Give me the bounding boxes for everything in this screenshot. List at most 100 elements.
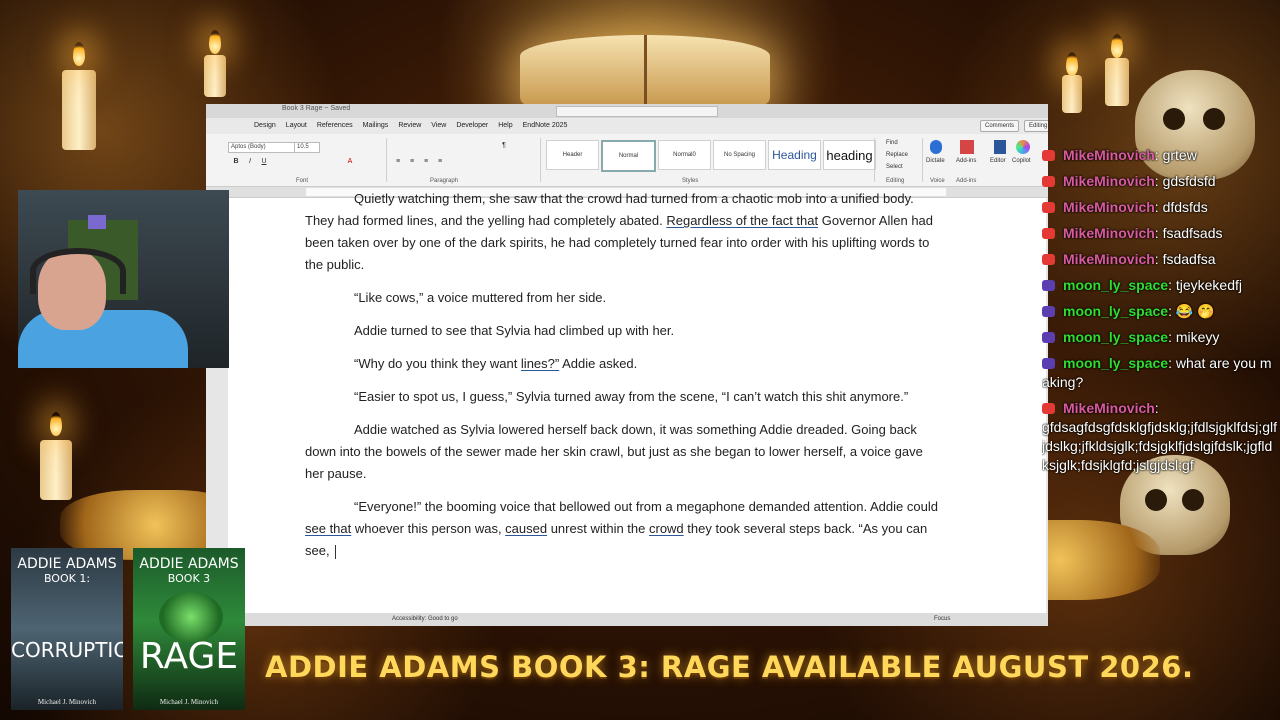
cover-book-number: BOOK 1:	[43, 572, 91, 585]
tab-design[interactable]: Design	[206, 118, 281, 134]
banner-text: ADDIE ADAMS BOOK 3: RAGE AVAILABLE AUGUS…	[265, 650, 1194, 684]
candle-flame-decoration	[1111, 34, 1123, 58]
title-bar: Book 3 Rage ~ Saved	[206, 104, 1048, 118]
comments-button[interactable]: Comments	[980, 120, 1020, 132]
headset	[30, 248, 126, 294]
find-button[interactable]: Find	[886, 140, 898, 146]
chat-text: tjeykekedfj	[1175, 277, 1242, 293]
twitch-icon	[1042, 332, 1055, 343]
document-canvas: Quietly watching them, she saw that the …	[206, 191, 1048, 613]
chat-username: MikeMinovich	[1063, 251, 1155, 267]
accessibility-status[interactable]: Accessibility: Good to go	[392, 616, 458, 622]
chat-message: moon_ly_space: tjeykekedfj	[1042, 276, 1278, 295]
grammar-suggestion[interactable]: lines?”	[521, 356, 559, 371]
candle-decoration	[40, 440, 72, 500]
tab-endnote-2025[interactable]: EndNote 2025	[518, 118, 573, 134]
paragraph: Addie watched as Sylvia lowered herself …	[305, 422, 923, 481]
style-no-spacing[interactable]: No Spacing	[713, 140, 766, 170]
chat-message: MikeMinovich: dfdsfds	[1042, 198, 1278, 217]
document-body[interactable]: Quietly watching them, she saw that the …	[305, 188, 945, 573]
style-normal0[interactable]: Normal0	[658, 140, 711, 170]
copilot-button[interactable]: Copilot	[1012, 158, 1031, 164]
tab-references[interactable]: References	[312, 118, 358, 134]
chat-username: moon_ly_space	[1063, 277, 1169, 293]
add-ins-button[interactable]: Add-ins	[956, 158, 976, 164]
book-cover-corruption: ADDIE ADAMS BOOK 1: CORRUPTION Michael J…	[11, 548, 123, 710]
style-normal[interactable]: Normal	[601, 140, 656, 172]
chat-text: dfdsfds	[1162, 199, 1208, 215]
replace-button[interactable]: Replace	[886, 152, 908, 158]
font-name-select[interactable]: Aptos (Body)	[228, 142, 296, 153]
chat-text: grtew	[1162, 147, 1197, 163]
search-box[interactable]	[556, 106, 718, 117]
editor-icon[interactable]	[994, 140, 1006, 154]
underline-button[interactable]: U	[260, 158, 268, 166]
tree-illustration	[159, 592, 223, 642]
youtube-icon	[1042, 150, 1055, 161]
chat-separator: :	[1154, 199, 1163, 215]
book-spine-decoration	[644, 35, 647, 105]
focus-button[interactable]: Focus	[934, 616, 950, 622]
justify-icon[interactable]: ≡	[436, 158, 444, 166]
chat-separator: :	[1154, 225, 1163, 241]
align-left-icon[interactable]: ≡	[394, 158, 402, 166]
styles-gallery: Header Normal Normal0 No Spacing Heading head…	[546, 140, 876, 172]
select-button[interactable]: Select	[886, 164, 903, 170]
candle-decoration	[1062, 75, 1082, 113]
style-heading[interactable]: Heading	[768, 140, 821, 170]
ribbon-separator	[874, 138, 875, 182]
candle-decoration	[62, 70, 96, 150]
grammar-suggestion[interactable]: Regardless of the fact that	[666, 213, 818, 228]
tab-view[interactable]: View	[426, 118, 451, 134]
align-right-icon[interactable]: ≡	[422, 158, 430, 166]
align-center-icon[interactable]: ≡	[408, 158, 416, 166]
tab-developer[interactable]: Developer	[451, 118, 493, 134]
youtube-icon	[1042, 403, 1055, 414]
chat-message: moon_ly_space: mikeyy	[1042, 328, 1278, 347]
italic-button[interactable]: I	[246, 158, 254, 166]
tab-review[interactable]: Review	[393, 118, 426, 134]
grammar-suggestion[interactable]: see that	[305, 521, 351, 536]
chat-message: MikeMinovich: gfdsagfdsgfdsklgfjdsklg;jf…	[1042, 399, 1278, 475]
text-cursor	[335, 544, 337, 559]
chat-message: MikeMinovich: fsadfsads	[1042, 224, 1278, 243]
cover-author: Michael J. Minovich	[37, 698, 97, 706]
paragraph: “Everyone!” the booming voice that bello…	[305, 496, 945, 562]
bold-button[interactable]: B	[232, 158, 240, 166]
ribbon-separator	[922, 138, 923, 182]
tab-help[interactable]: Help	[493, 118, 517, 134]
add-ins-icon[interactable]	[960, 140, 974, 154]
text-run: unrest within the	[547, 521, 649, 536]
paragraph: “Why do you think they want lines?” Addi…	[305, 353, 945, 375]
dictate-button[interactable]: Dictate	[926, 158, 945, 164]
font-group-label: Font	[296, 178, 309, 184]
chat-separator: :	[1154, 251, 1163, 267]
grammar-suggestion[interactable]: caused	[505, 521, 547, 536]
chat-text: fsadfsads	[1162, 225, 1223, 241]
add-ins-group-label: Add-ins	[956, 178, 977, 184]
editing-mode-button[interactable]: Editing	[1024, 120, 1048, 132]
skull-eye	[1163, 108, 1185, 130]
editor-button[interactable]: Editor	[990, 158, 1006, 164]
candle-flame-decoration	[1066, 52, 1078, 76]
chat-separator: :	[1168, 277, 1176, 293]
chat-message: MikeMinovich: fsdadfsa	[1042, 250, 1278, 269]
tab-layout[interactable]: Layout	[281, 118, 312, 134]
grammar-suggestion[interactable]: crowd	[649, 521, 684, 536]
copilot-icon[interactable]	[1016, 140, 1030, 154]
document-page[interactable]: Quietly watching them, she saw that the …	[228, 191, 1046, 613]
tab-mailings[interactable]: Mailings	[358, 118, 394, 134]
ribbon-separator	[386, 138, 387, 182]
chat-text: gdsfdsfd	[1162, 173, 1216, 189]
paragraph-mark-icon[interactable]: ¶	[500, 142, 508, 150]
cover-book-name: RAGE	[139, 636, 239, 677]
chat-separator: :	[1168, 329, 1176, 345]
style-header[interactable]: Header	[546, 140, 599, 170]
style-heading[interactable]: heading	[823, 140, 876, 170]
font-size-select[interactable]: 10.5	[294, 142, 320, 153]
chat-overlay: MikeMinovich: grtew MikeMinovich: gdsfdsf…	[1042, 144, 1280, 500]
font-color-button[interactable]: A	[346, 158, 354, 166]
twitch-icon	[1042, 358, 1055, 369]
webcam-background-light	[88, 215, 106, 229]
microphone-icon[interactable]	[930, 140, 942, 154]
